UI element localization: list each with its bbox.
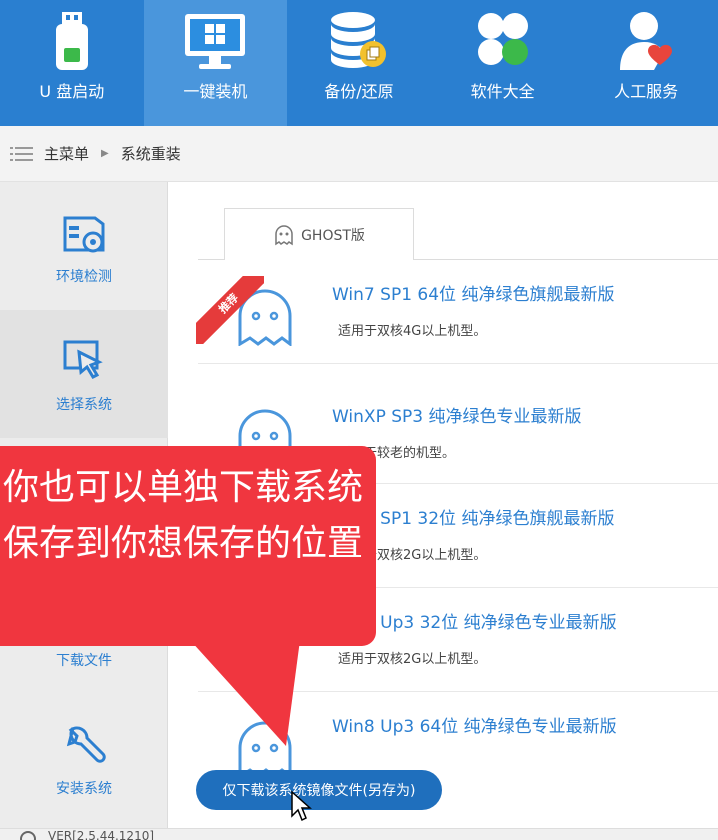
sidebar-item-env-check[interactable]: 环境检测	[0, 182, 168, 310]
breadcrumb: 主菜单 ▶ 系统重装	[0, 126, 718, 182]
top-navigation: U 盘启动 一键装机 备份/还原 软件大全 人工服务	[0, 0, 718, 126]
callout-pointer	[190, 640, 300, 746]
list-item[interactable]: Win7 SP1 64位 纯净绿色旗舰最新版 适用于双核4G以上机型。	[198, 260, 718, 364]
wrench-icon	[66, 726, 106, 763]
nav-item-usb-boot[interactable]: U 盘启动	[0, 0, 144, 126]
monitor-windows-icon	[185, 14, 246, 69]
sidebar-item-select-system[interactable]: 选择系统	[0, 310, 168, 438]
nav-item-software[interactable]: 软件大全	[431, 0, 575, 126]
info-icon	[20, 831, 36, 840]
user-heart-icon	[620, 12, 673, 70]
nav-item-one-click-install[interactable]: 一键装机	[143, 0, 288, 126]
ghost-icon	[275, 224, 293, 245]
sidebar-label: 安装系统	[56, 781, 112, 797]
menu-list-icon	[10, 146, 33, 161]
sidebar-label: 选择系统	[56, 397, 112, 413]
recommended-ribbon: 推荐	[196, 276, 264, 344]
breadcrumb-current: 系统重装	[120, 145, 181, 163]
mouse-cursor-icon	[291, 790, 312, 822]
database-backup-icon	[330, 12, 386, 68]
hardware-gear-icon	[63, 216, 105, 253]
system-desc: 适用于双核2G以上机型。	[338, 652, 487, 667]
system-title[interactable]: Win8 Up3 64位 纯净绿色专业最新版	[332, 712, 617, 737]
system-title[interactable]: WinXP SP3 纯净绿色专业最新版	[332, 402, 582, 427]
nav-label: 人工服务	[614, 82, 679, 101]
sidebar-label: 下载文件	[56, 653, 112, 669]
version-text: VER[2.5.44.1210]	[48, 829, 155, 840]
download-image-only-button[interactable]: 仅下载该系统镜像文件(另存为)	[196, 770, 442, 810]
sidebar-label: 环境检测	[56, 269, 112, 285]
callout-text: 你也可以单独下载系统保存到你想保存的位置	[2, 467, 363, 564]
sidebar-item-install[interactable]: 安装系统	[0, 694, 168, 822]
usb-drive-icon	[55, 12, 88, 70]
status-bar: VER[2.5.44.1210]	[0, 828, 718, 840]
breadcrumb-home[interactable]: 主菜单	[44, 143, 89, 164]
nav-item-backup-restore[interactable]: 备份/还原	[287, 0, 431, 126]
nav-label: 一键装机	[183, 82, 248, 101]
system-title[interactable]: Win7 SP1 64位 纯净绿色旗舰最新版	[332, 280, 614, 305]
breadcrumb-arrow-icon: ▶	[101, 148, 109, 159]
tutorial-callout: 你也可以单独下载系统保存到你想保存的位置	[0, 446, 376, 646]
nav-label: 备份/还原	[324, 82, 394, 101]
nav-item-human-service[interactable]: 人工服务	[574, 0, 718, 126]
nav-label: 软件大全	[470, 82, 535, 101]
apps-grid-icon	[477, 13, 528, 65]
tab-ghost[interactable]: GHOST版	[224, 208, 414, 260]
ribbon-label: 推荐	[196, 276, 264, 344]
system-desc: 适用于双核4G以上机型。	[338, 324, 487, 339]
tab-label: GHOST版	[301, 227, 365, 244]
nav-label: U 盘启动	[39, 82, 105, 101]
cursor-window-icon	[63, 340, 103, 379]
